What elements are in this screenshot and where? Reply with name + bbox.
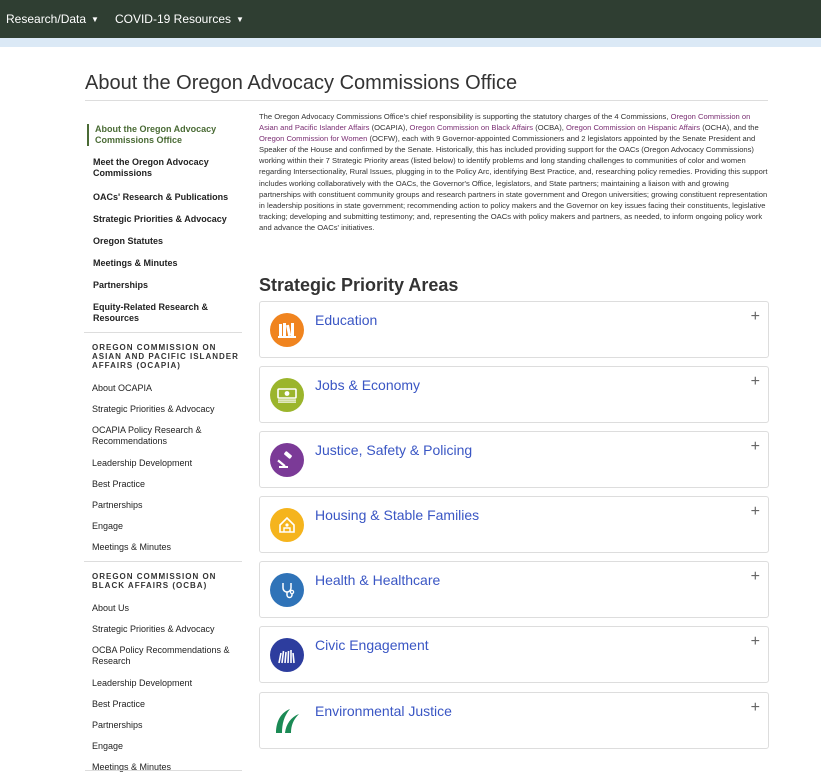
- accordion-housing-families[interactable]: Housing & Stable Families +: [259, 496, 769, 553]
- caret-down-icon: ▼: [91, 14, 99, 24]
- top-navbar: Research/Data ▼ COVID-19 Resources ▼: [0, 0, 821, 38]
- sidebar-item-meet-commissions[interactable]: Meet the Oregon Advocacy Commissions: [87, 157, 242, 179]
- intro-text: (OCFW), each with 9 Governor-appointed C…: [259, 134, 768, 232]
- sidebar-item-ocapia-partnerships[interactable]: Partnerships: [84, 500, 242, 511]
- nav-label: Research/Data: [6, 12, 87, 26]
- sidebar-item-ocba-priorities[interactable]: Strategic Priorities & Advocacy: [84, 624, 242, 635]
- sidebar-item-about-us[interactable]: About Us: [84, 603, 242, 614]
- money-icon: [270, 378, 304, 412]
- expand-plus-icon[interactable]: +: [751, 568, 760, 586]
- expand-plus-icon[interactable]: +: [751, 699, 760, 717]
- sidebar-item-ocapia-leadership[interactable]: Leadership Development: [84, 458, 242, 469]
- accordion-health-healthcare[interactable]: Health & Healthcare +: [259, 561, 769, 618]
- caret-down-icon: ▼: [236, 14, 244, 24]
- nav-label: COVID-19 Resources: [114, 12, 232, 26]
- sidebar-item-ocba-leadership[interactable]: Leadership Development: [84, 678, 242, 689]
- sidebar-item-ocba-policy-recommendations[interactable]: OCBA Policy Recommendations & Research: [84, 645, 242, 667]
- sidebar-item-ocapia-engage[interactable]: Engage: [84, 521, 242, 532]
- sidebar-item-ocapia-meetings[interactable]: Meetings & Minutes: [84, 542, 242, 553]
- link-ocha[interactable]: Oregon Commission on Hispanic Affairs: [566, 123, 700, 132]
- sidebar-heading-ocba: OREGON COMMISSION ON BLACK AFFAIRS (OCBA…: [92, 572, 217, 590]
- sidebar: About the Oregon Advocacy Commissions Of…: [84, 115, 242, 773]
- intro-text: (OCBA),: [533, 123, 566, 133]
- accordion-label: Housing & Stable Families: [315, 507, 480, 523]
- expand-plus-icon[interactable]: +: [751, 503, 760, 521]
- accordion-label: Education: [315, 312, 378, 328]
- sidebar-divider: [84, 561, 242, 562]
- sidebar-item-about-office[interactable]: About the Oregon Advocacy Commissions Of…: [87, 124, 242, 146]
- sidebar-item-research-publications[interactable]: OACs' Research & Publications: [87, 192, 242, 203]
- sidebar-main-nav: About the Oregon Advocacy Commissions Of…: [84, 124, 242, 324]
- link-ocfw[interactable]: Oregon Commission for Women: [259, 134, 367, 143]
- accordion-label: Justice, Safety & Policing: [315, 442, 473, 458]
- accordion-justice-safety-policing[interactable]: Justice, Safety & Policing +: [259, 431, 769, 488]
- sidebar-ocba-nav: About Us Strategic Priorities & Advocacy…: [84, 603, 242, 773]
- sidebar-item-ocapia-priorities[interactable]: Strategic Priorities & Advocacy: [84, 404, 242, 415]
- sidebar-item-about-ocapia[interactable]: About OCAPIA: [84, 383, 242, 394]
- sidebar-divider: [85, 770, 242, 771]
- sidebar-item-ocapia-policy-research[interactable]: OCAPIA Policy Research & Recommendations: [84, 425, 242, 447]
- books-icon: [270, 313, 304, 347]
- leaf-icon: [270, 704, 304, 738]
- sidebar-item-equity-research[interactable]: Equity-Related Research & Resources: [87, 302, 242, 324]
- accordion-label: Environmental Justice: [315, 703, 452, 719]
- intro-text: (OCAPIA),: [369, 123, 410, 133]
- expand-plus-icon[interactable]: +: [751, 438, 760, 456]
- stethoscope-icon: [270, 573, 304, 607]
- intro-text: (OCHA), and the: [700, 123, 759, 133]
- sidebar-item-meetings-minutes[interactable]: Meetings & Minutes: [87, 258, 242, 269]
- sidebar-ocapia-nav: About OCAPIA Strategic Priorities & Advo…: [84, 383, 242, 553]
- header-accent-bar: [0, 38, 821, 47]
- sidebar-divider: [84, 332, 242, 333]
- expand-plus-icon[interactable]: +: [751, 633, 760, 651]
- sidebar-item-ocba-meetings[interactable]: Meetings & Minutes: [84, 762, 242, 773]
- sidebar-item-ocba-engage[interactable]: Engage: [84, 741, 242, 752]
- expand-plus-icon[interactable]: +: [751, 308, 760, 326]
- house-icon: [270, 508, 304, 542]
- accordion-label: Jobs & Economy: [315, 377, 421, 393]
- sidebar-item-oregon-statutes[interactable]: Oregon Statutes: [87, 236, 242, 247]
- accordion-label: Health & Healthcare: [315, 572, 441, 588]
- accordion-environmental-justice[interactable]: Environmental Justice +: [259, 692, 769, 749]
- sidebar-item-ocapia-best-practice[interactable]: Best Practice: [84, 479, 242, 490]
- sidebar-item-ocba-best-practice[interactable]: Best Practice: [84, 699, 242, 710]
- expand-plus-icon[interactable]: +: [751, 373, 760, 391]
- page-title: About the Oregon Advocacy Commissions Of…: [85, 72, 518, 94]
- sidebar-item-ocba-partnerships[interactable]: Partnerships: [84, 720, 242, 731]
- nav-covid-resources[interactable]: COVID-19 Resources ▼: [115, 12, 244, 26]
- intro-paragraph: The Oregon Advocacy Commissions Office's…: [259, 111, 769, 233]
- intro-text: The Oregon Advocacy Commissions Office's…: [259, 112, 671, 121]
- accordion-civic-engagement[interactable]: Civic Engagement +: [259, 626, 769, 683]
- sidebar-item-strategic-priorities[interactable]: Strategic Priorities & Advocacy: [87, 214, 242, 225]
- sidebar-heading-ocapia: OREGON COMMISSION ON ASIAN AND PACIFIC I…: [92, 343, 239, 370]
- accordion-education[interactable]: Education +: [259, 301, 769, 358]
- sidebar-item-partnerships[interactable]: Partnerships: [87, 280, 242, 291]
- accordion-label: Civic Engagement: [315, 637, 429, 653]
- gavel-icon: [270, 443, 304, 477]
- title-divider: [85, 100, 768, 101]
- raised-hands-icon: [270, 638, 304, 672]
- link-ocba[interactable]: Oregon Commission on Black Affairs: [410, 123, 534, 132]
- accordion-jobs-economy[interactable]: Jobs & Economy +: [259, 366, 769, 423]
- section-title: Strategic Priority Areas: [259, 275, 459, 295]
- nav-research-data[interactable]: Research/Data ▼: [6, 12, 99, 26]
